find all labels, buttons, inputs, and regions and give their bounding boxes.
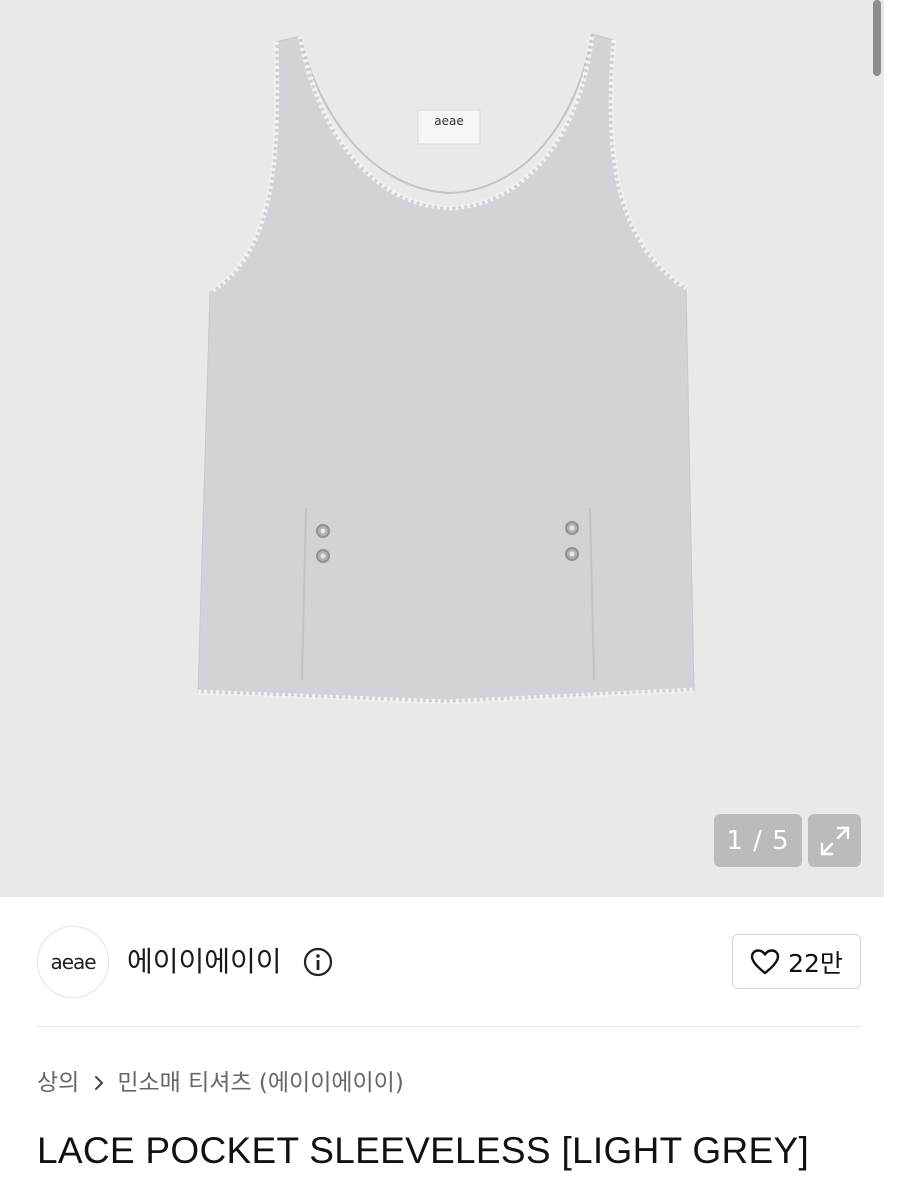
garment-tag-text: aeae bbox=[434, 114, 464, 128]
info-icon[interactable] bbox=[303, 947, 333, 977]
breadcrumb-category[interactable]: 상의 bbox=[37, 1063, 79, 1103]
divider bbox=[37, 1026, 861, 1027]
brand-name[interactable]: 에이이에이이 bbox=[127, 940, 282, 984]
brand-row: aeae 에이이에이이 22만 bbox=[37, 926, 861, 998]
product-image-gallery[interactable]: aeae 1 / 5 bbox=[0, 0, 884, 897]
like-count: 22만 bbox=[788, 948, 843, 978]
image-counter: 1 / 5 bbox=[714, 814, 802, 867]
chevron-right-icon bbox=[95, 1076, 104, 1090]
expand-icon bbox=[820, 826, 849, 855]
expand-button[interactable] bbox=[808, 814, 861, 867]
product-image bbox=[197, 33, 695, 705]
brand-logo-text: aeae bbox=[50, 950, 96, 974]
like-button[interactable]: 22만 bbox=[732, 934, 861, 989]
breadcrumb: 상의 민소매 티셔츠 (에이이에이이) bbox=[37, 1063, 404, 1103]
product-title: LACE POCKET SLEEVELESS [LIGHT GREY] bbox=[37, 1130, 810, 1171]
scrollbar[interactable] bbox=[873, 0, 881, 76]
brand-logo[interactable]: aeae bbox=[37, 926, 109, 998]
heart-icon bbox=[750, 948, 780, 974]
breadcrumb-subcategory[interactable]: 민소매 티셔츠 (에이이에이이) bbox=[117, 1063, 404, 1103]
